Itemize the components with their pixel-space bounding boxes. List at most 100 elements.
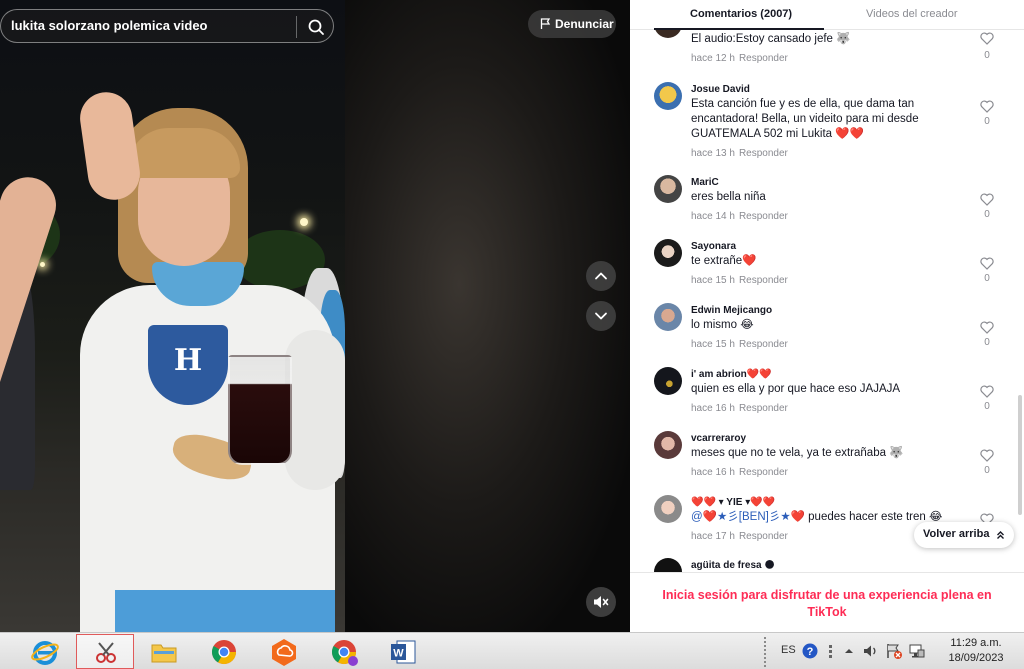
reply-button[interactable]: Responder	[739, 148, 788, 159]
previous-video-button[interactable]	[586, 261, 616, 291]
comment-time: hace 14 h	[691, 211, 735, 222]
comment-meta: hace 12 h Responder	[691, 53, 788, 64]
language-indicator[interactable]: ES	[781, 644, 796, 656]
avatar[interactable]	[654, 431, 682, 459]
volume-icon[interactable]	[862, 642, 880, 660]
taskbar-file-explorer[interactable]	[135, 634, 193, 669]
comment-text: te extrañe❤️	[691, 255, 757, 267]
taskbar-snipping-tool[interactable]	[76, 634, 134, 669]
reply-button[interactable]: Responder	[739, 275, 788, 286]
avatar[interactable]	[654, 239, 682, 267]
svg-text:?: ?	[807, 646, 814, 658]
comment-meta: hace 16 h Responder	[691, 403, 788, 414]
reply-button[interactable]: Responder	[739, 403, 788, 414]
panel-tabs: Comentarios (2007) Videos del creador	[630, 0, 1024, 30]
tab-comments[interactable]: Comentarios (2007)	[690, 8, 792, 20]
next-video-button[interactable]	[586, 301, 616, 331]
heart-icon	[980, 32, 994, 45]
like-count: 0	[984, 116, 990, 127]
back-to-top-button[interactable]: Volver arriba	[914, 522, 1014, 548]
tray-dots-icon[interactable]	[822, 642, 840, 660]
like-count: 0	[984, 50, 990, 61]
street-light	[40, 262, 45, 267]
screen: H lukita solorzano polemica video Denunc…	[0, 0, 1024, 669]
comment-username[interactable]: ❤️❤️ ▾ YIE ▾❤️❤️	[691, 497, 775, 508]
taskbar-chrome-profile[interactable]	[315, 634, 373, 669]
heart-icon	[980, 257, 994, 270]
comment-time: hace 12 h	[691, 53, 735, 64]
comment-time: hace 16 h	[691, 403, 735, 414]
comment-username[interactable]: Edwin Mejicango	[691, 305, 772, 316]
double-chevron-up-icon	[997, 531, 1004, 539]
comment-meta: hace 16 h Responder	[691, 467, 788, 478]
comment-text: El audio:Estoy cansado jefe 🐺	[691, 33, 851, 45]
girl-bangs	[128, 128, 240, 178]
comment-username[interactable]: Josue David	[691, 84, 750, 95]
clock-date: 18/09/2023	[948, 652, 1004, 664]
comments-scrollbar[interactable]	[1018, 395, 1022, 515]
login-banner[interactable]: Inicia sesión para disfrutar de una expe…	[630, 572, 1024, 632]
avatar[interactable]	[654, 30, 682, 38]
comment-time: hace 16 h	[691, 467, 735, 478]
comment-text-body: puedes hacer este tren 😂	[804, 511, 943, 523]
login-banner-text[interactable]: Inicia sesión para disfrutar de una expe…	[650, 587, 1004, 621]
taskbar-internet-explorer[interactable]	[16, 634, 74, 669]
comment-username[interactable]: Sayonara	[691, 241, 736, 252]
street-light	[300, 218, 308, 226]
search-input[interactable]: lukita solorzano polemica video	[11, 18, 291, 36]
flag-icon	[540, 18, 551, 29]
taskbar-chrome[interactable]	[195, 634, 253, 669]
tab-creator-videos[interactable]: Videos del creador	[866, 8, 958, 20]
reply-button[interactable]: Responder	[739, 53, 788, 64]
reply-button[interactable]: Responder	[739, 467, 788, 478]
comment-text: lo mismo 😂	[691, 319, 754, 331]
avatar[interactable]	[654, 82, 682, 110]
shirt-crest: H	[148, 325, 228, 405]
network-icon[interactable]	[908, 642, 926, 660]
clock-time: 11:29 a.m.	[950, 637, 1002, 649]
avatar[interactable]	[654, 495, 682, 523]
heart-icon	[980, 385, 994, 398]
comment-meta: hace 15 h Responder	[691, 275, 788, 286]
svg-text:W: W	[393, 648, 404, 660]
girl-sleeve	[285, 330, 345, 490]
comment-username[interactable]: vcarreraroy	[691, 433, 746, 444]
folder-icon	[151, 644, 177, 663]
report-label: Denunciar	[555, 17, 614, 31]
show-hidden-icons[interactable]	[840, 642, 858, 660]
comment-username[interactable]: agüita de fresa 🌑	[691, 560, 775, 571]
comment-username[interactable]: MariC	[691, 177, 719, 188]
video-player[interactable]: H lukita solorzano polemica video Denunc…	[0, 0, 630, 632]
comment-username[interactable]: i' am abrion❤️❤️	[691, 369, 772, 380]
comment-text: Esta canción fue y es de ella, que dama …	[691, 98, 919, 140]
comment-meta: hace 14 h Responder	[691, 211, 788, 222]
like-button[interactable]	[978, 32, 996, 50]
system-clock[interactable]: 11:29 a.m. 18/09/2023	[936, 636, 1016, 666]
comment-text: eres bella niña	[691, 191, 766, 203]
comment-list[interactable]: El audio:Estoy cansado jefe 🐺 hace 12 h R…	[630, 30, 1024, 572]
reply-button[interactable]: Responder	[739, 211, 788, 222]
mute-button[interactable]	[586, 587, 616, 617]
avatar[interactable]	[654, 303, 682, 331]
avatar[interactable]	[654, 367, 682, 395]
comment-mention[interactable]: @❤️★彡[BEN]彡★❤️	[691, 511, 805, 523]
taskbar-word[interactable]: W	[374, 634, 432, 669]
scissors-icon	[96, 642, 116, 663]
avatar[interactable]	[654, 558, 682, 572]
report-button[interactable]: Denunciar	[528, 10, 616, 38]
comment-meta: hace 13 h Responder	[691, 148, 788, 159]
reply-button[interactable]: Responder	[739, 339, 788, 350]
flag-alert-icon[interactable]	[885, 642, 903, 660]
search-divider	[296, 16, 297, 38]
search-button[interactable]	[303, 14, 329, 40]
chrome-icon	[211, 640, 236, 665]
reply-button[interactable]: Responder	[739, 531, 788, 542]
help-icon[interactable]: ?	[801, 642, 819, 660]
tray-grip[interactable]	[764, 637, 770, 667]
taskbar-cloud-app[interactable]	[255, 634, 313, 669]
chrome-icon	[331, 640, 358, 666]
avatar[interactable]	[654, 175, 682, 203]
search-bar[interactable]: lukita solorzano polemica video	[0, 9, 334, 43]
video-frame[interactable]: H	[0, 0, 345, 632]
like-count: 0	[984, 209, 990, 220]
